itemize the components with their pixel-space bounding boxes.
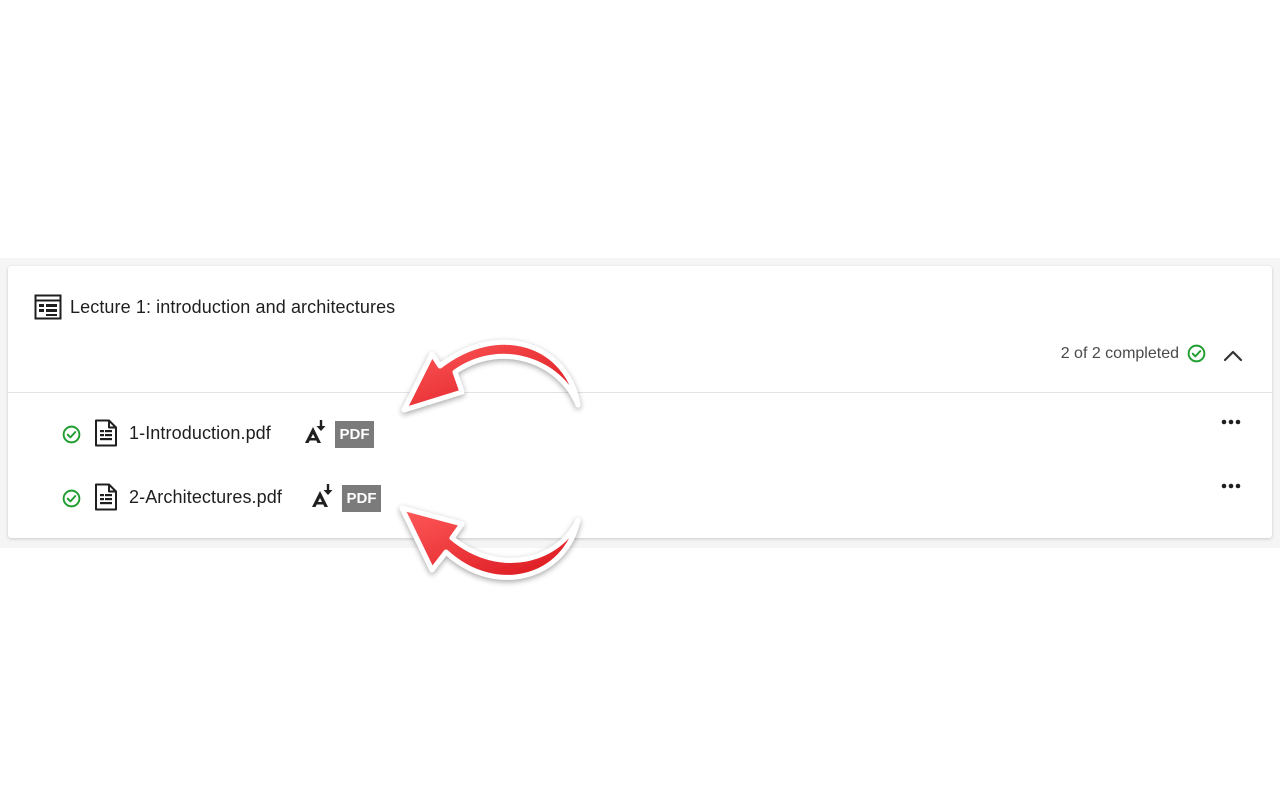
check-circle-icon xyxy=(62,425,81,444)
progress-text: 2 of 2 completed xyxy=(1060,344,1179,362)
item-link[interactable]: 2-Architectures.pdf xyxy=(129,484,282,510)
acrobat-download-icon[interactable] xyxy=(309,483,335,509)
pdf-badge[interactable]: PDF xyxy=(335,421,374,448)
more-horizontal-icon[interactable] xyxy=(1216,412,1246,432)
check-circle-icon xyxy=(1187,344,1206,363)
module-header: Lecture 1: introduction and architecture… xyxy=(8,266,1272,393)
page: Lecture 1: introduction and architecture… xyxy=(0,0,1280,800)
item-link[interactable]: 1-Introduction.pdf xyxy=(129,420,271,446)
acrobat-download-icon[interactable] xyxy=(302,419,328,445)
pdf-badge[interactable]: PDF xyxy=(342,485,381,512)
list-item: 2-Architectures.pdf PDF xyxy=(8,476,1272,520)
document-icon xyxy=(95,483,117,511)
module-card: Lecture 1: introduction and architecture… xyxy=(8,266,1272,538)
module-progress: 2 of 2 completed xyxy=(1061,344,1206,363)
list-item: 1-Introduction.pdf PDF xyxy=(8,412,1272,456)
more-horizontal-icon[interactable] xyxy=(1216,476,1246,496)
check-circle-icon xyxy=(62,489,81,508)
document-icon xyxy=(95,419,117,447)
collapse-module-button[interactable] xyxy=(1218,342,1248,370)
module-list-icon xyxy=(34,294,62,320)
module-title: Lecture 1: introduction and architecture… xyxy=(70,297,396,317)
chevron-up-icon xyxy=(1223,350,1243,362)
